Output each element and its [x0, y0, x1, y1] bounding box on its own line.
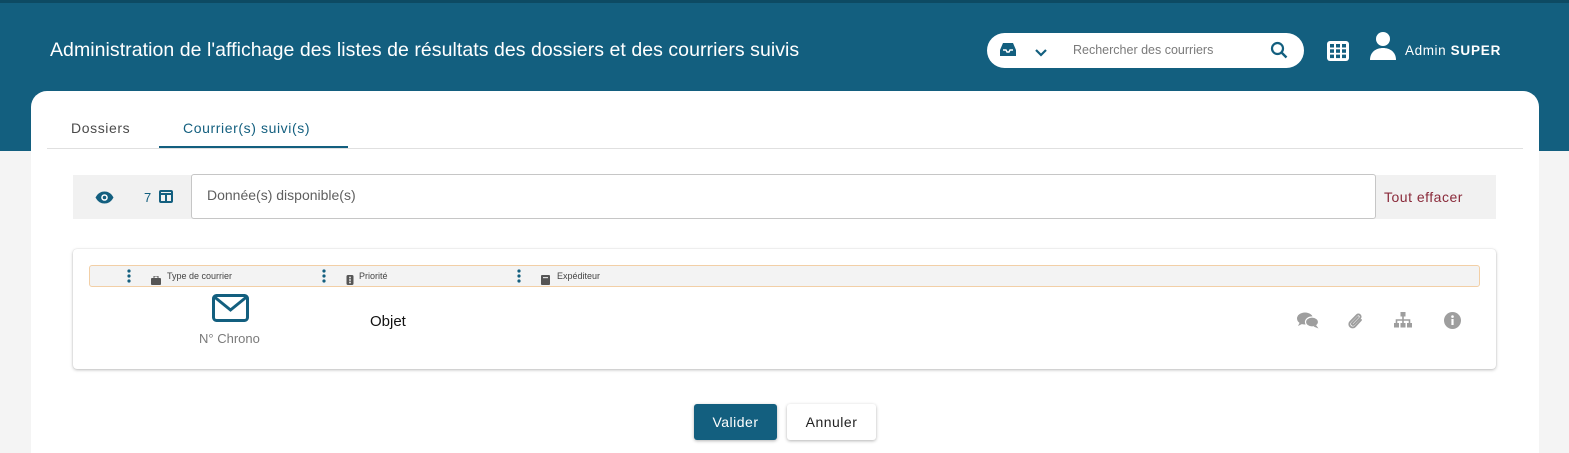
data-field[interactable] — [191, 174, 1376, 219]
clear-all-button[interactable]: Tout effacer — [1384, 189, 1463, 205]
list-preview: Type de courrier Priorité Expéditeur N° … — [73, 249, 1496, 369]
main-card: Dossiers Courrier(s) suivi(s) 7 Tout eff… — [31, 91, 1539, 453]
drag-handle-icon[interactable] — [127, 269, 131, 288]
columns-toolbar: 7 Tout effacer — [73, 174, 1496, 219]
active-tab-indicator — [159, 146, 348, 148]
column-count: 7 — [144, 190, 152, 205]
column-label: Priorité — [359, 271, 388, 281]
tab-dossiers[interactable]: Dossiers — [71, 120, 130, 136]
data-field-input[interactable] — [207, 187, 1107, 203]
paperclip-icon[interactable] — [1348, 312, 1364, 335]
user-icon[interactable] — [1369, 31, 1397, 66]
chrono-label: N° Chrono — [199, 331, 260, 346]
eye-icon[interactable] — [95, 191, 114, 209]
page-title: Administration de l'affichage des listes… — [50, 39, 800, 61]
cancel-button[interactable]: Annuler — [787, 404, 876, 440]
user-first-name: Admin — [1405, 43, 1447, 58]
sitemap-icon[interactable] — [1394, 312, 1412, 333]
comments-icon[interactable] — [1297, 312, 1320, 334]
info-icon[interactable] — [1444, 312, 1461, 334]
object-label: Objet — [370, 313, 406, 330]
search-box — [987, 33, 1304, 68]
briefcase-icon — [151, 272, 161, 290]
search-icon[interactable] — [1270, 41, 1288, 64]
address-book-icon — [541, 272, 550, 290]
user-last-name: SUPER — [1450, 43, 1502, 58]
column-bar: Type de courrier Priorité Expéditeur — [89, 265, 1480, 287]
columns-icon — [159, 190, 173, 208]
drag-handle-icon[interactable] — [517, 269, 521, 288]
chevron-down-icon[interactable] — [1034, 45, 1048, 63]
user-name[interactable]: Admin SUPER — [1405, 43, 1501, 58]
envelope-icon — [212, 294, 249, 327]
tab-courriers-suivis[interactable]: Courrier(s) suivi(s) — [183, 120, 310, 136]
search-input[interactable] — [1073, 38, 1243, 62]
inbox-icon[interactable] — [1000, 42, 1016, 62]
column-label: Type de courrier — [167, 271, 233, 281]
validate-button[interactable]: Valider — [694, 404, 777, 440]
tab-bar: Dossiers Courrier(s) suivi(s) — [47, 91, 1523, 149]
apps-grid-icon[interactable] — [1327, 41, 1349, 66]
drag-handle-icon[interactable] — [322, 269, 326, 288]
priority-icon — [346, 272, 354, 290]
column-label: Expéditeur — [557, 271, 601, 281]
